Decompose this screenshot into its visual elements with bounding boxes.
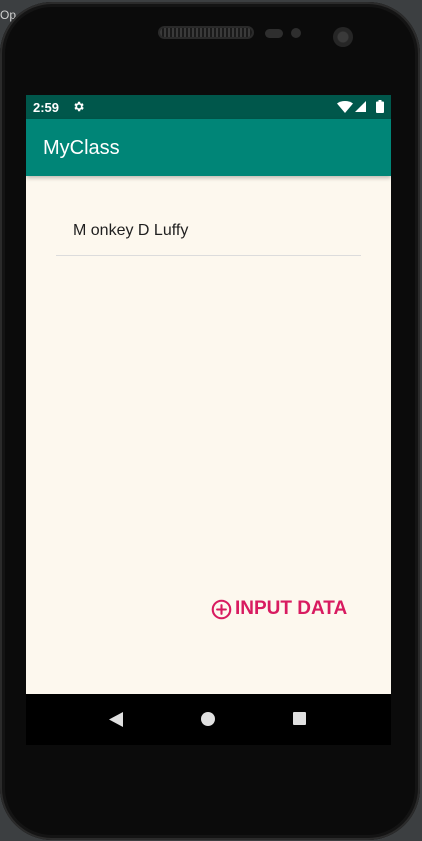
battery-icon <box>376 100 384 113</box>
status-time: 2:59 <box>33 100 60 115</box>
home-icon[interactable] <box>201 712 215 726</box>
status-bar: 2:59 <box>26 95 391 119</box>
proximity-sensor <box>265 29 283 38</box>
back-icon[interactable] <box>109 712 123 727</box>
signal-icon <box>355 101 366 112</box>
list-item-label: M onkey D Luffy <box>73 222 189 239</box>
device-screen: 2:59 MyClass M onkey D Luffy INPUT DATA <box>26 95 391 745</box>
gear-icon <box>74 101 84 112</box>
wifi-icon <box>337 101 353 113</box>
input-data-button[interactable]: INPUT DATA <box>211 597 347 621</box>
add-circle-icon <box>211 599 232 619</box>
front-camera <box>333 27 353 47</box>
app-bar: MyClass <box>26 119 391 176</box>
input-data-label: INPUT DATA <box>235 598 348 619</box>
recents-icon[interactable] <box>293 712 306 725</box>
earpiece-speaker <box>158 26 254 39</box>
student-list: M onkey D Luffy <box>56 207 361 256</box>
list-item[interactable]: M onkey D Luffy <box>56 207 361 256</box>
light-sensor <box>291 28 301 38</box>
app-title: MyClass <box>43 137 120 159</box>
navigation-bar <box>26 694 391 745</box>
